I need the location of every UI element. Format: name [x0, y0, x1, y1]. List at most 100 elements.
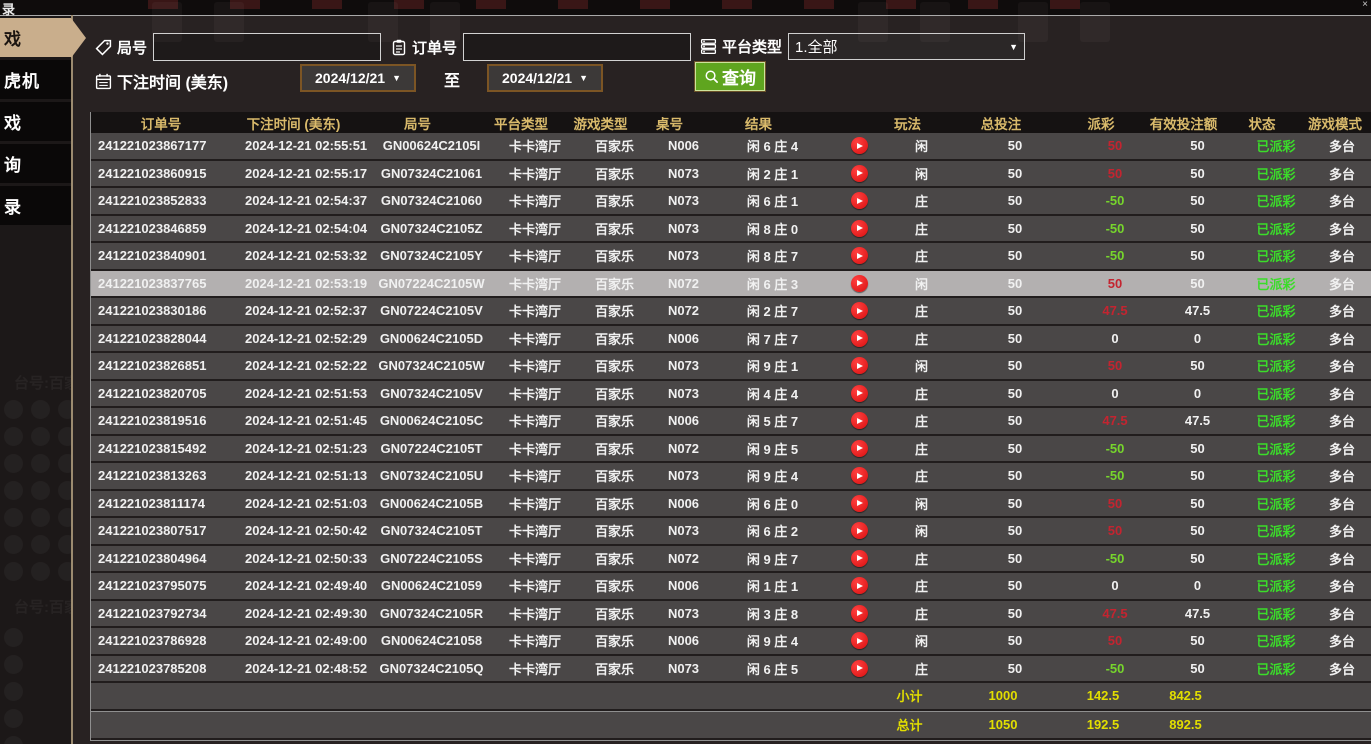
play-video-button[interactable] [851, 165, 868, 182]
table-row[interactable]: 2412210238154922024-12-21 02:51:23GN0722… [91, 436, 1371, 464]
top-window-edge: 录 × [0, 0, 1371, 16]
cell-status: 已派彩 [1240, 216, 1312, 242]
round-number-input[interactable] [153, 33, 381, 61]
table-row[interactable]: 2412210238409012024-12-21 02:53:32GN0732… [91, 243, 1371, 271]
table-row[interactable]: 2412210238528332024-12-21 02:54:37GN0732… [91, 188, 1371, 216]
play-video-button[interactable] [851, 137, 868, 154]
cell-valid-bet: 50 [1155, 628, 1240, 654]
play-video-button[interactable] [851, 357, 868, 374]
cell-result: 闲 2 庄 7 [715, 298, 830, 324]
table-row[interactable]: 2412210238132632024-12-21 02:51:13GN0732… [91, 463, 1371, 491]
cell-video [830, 601, 888, 627]
play-video-button[interactable] [851, 247, 868, 264]
play-video-button[interactable] [851, 440, 868, 457]
table-row[interactable]: 2412210237927342024-12-21 02:49:30GN0732… [91, 601, 1371, 629]
cell-platform: 卡卡湾厅 [493, 133, 577, 159]
platform-type-select[interactable]: 1.全部 ▼ [788, 33, 1025, 60]
order-number-input[interactable] [463, 33, 691, 61]
background-red-fragment [640, 0, 670, 9]
cell-video [830, 326, 888, 352]
table-row[interactable]: 2412210238671772024-12-21 02:55:51GN0062… [91, 133, 1371, 161]
cell-total-bet: 50 [955, 298, 1075, 324]
play-video-button[interactable] [851, 632, 868, 649]
cell-order: 241221023804964 [91, 546, 238, 572]
date-to-select[interactable]: 2024/12/21 ▼ [487, 64, 603, 92]
table-row[interactable]: 2412210238280442024-12-21 02:52:29GN0062… [91, 326, 1371, 354]
play-video-button[interactable] [851, 660, 868, 677]
cell-valid-bet: 50 [1155, 161, 1240, 187]
table-row[interactable]: 2412210238111742024-12-21 02:51:03GN0062… [91, 491, 1371, 519]
cell-total-bet: 50 [955, 518, 1075, 544]
sidebar-item-label: 录 [4, 193, 22, 218]
cell-payout: -50 [1075, 216, 1155, 242]
subtotal-payout: 142.5 [1063, 683, 1143, 709]
cell-platform: 卡卡湾厅 [493, 381, 577, 407]
cell-video [830, 381, 888, 407]
play-video-button[interactable] [851, 330, 868, 347]
close-icon[interactable]: × [1362, 0, 1368, 10]
header-table: 桌号 [638, 112, 701, 133]
date-from-select[interactable]: 2024/12/21 ▼ [300, 64, 416, 92]
cell-round: GN07324C2105Q [370, 656, 493, 682]
table-row[interactable]: 2412210237950752024-12-21 02:49:40GN0062… [91, 573, 1371, 601]
play-video-button[interactable] [851, 412, 868, 429]
table-row[interactable]: 2412210238377652024-12-21 02:53:19GN0722… [91, 271, 1371, 299]
sidebar-item-live-game[interactable]: 戏 [0, 18, 71, 57]
table-row[interactable]: 2412210238207052024-12-21 02:51:53GN0732… [91, 381, 1371, 409]
cell-table: N006 [652, 326, 715, 352]
table-row[interactable]: 2412210238075172024-12-21 02:50:42GN0732… [91, 518, 1371, 546]
background-red-fragment [312, 0, 342, 9]
cell-order: 241221023786928 [91, 628, 238, 654]
cell-table: N073 [652, 188, 715, 214]
sidebar-item-label: 虎机 [4, 67, 40, 92]
play-icon [857, 335, 863, 341]
sidebar-item-records[interactable]: 录 [0, 186, 71, 225]
play-video-button[interactable] [851, 275, 868, 292]
cell-mode: 多台 [1312, 518, 1371, 544]
table-row[interactable]: 2412210238468592024-12-21 02:54:04GN0732… [91, 216, 1371, 244]
sidebar-item-query[interactable]: 询 [0, 144, 71, 183]
cell-platform: 卡卡湾厅 [493, 656, 577, 682]
platform-type-value: 1.全部 [795, 36, 838, 57]
cell-order: 241221023792734 [91, 601, 238, 627]
table-row[interactable]: 2412210238049642024-12-21 02:50:33GN0722… [91, 546, 1371, 574]
play-video-button[interactable] [851, 192, 868, 209]
play-video-button[interactable] [851, 550, 868, 567]
table-row[interactable]: 2412210237869282024-12-21 02:49:00GN0062… [91, 628, 1371, 656]
play-video-button[interactable] [851, 302, 868, 319]
cell-round: GN00624C2105C [370, 408, 493, 434]
play-icon [857, 555, 863, 561]
cell-status: 已派彩 [1240, 161, 1312, 187]
grand-total-row: 总计 1050 192.5 892.5 [91, 711, 1371, 740]
cell-platform: 卡卡湾厅 [493, 408, 577, 434]
cell-time: 2024-12-21 02:48:52 [238, 656, 370, 682]
table-row[interactable]: 2412210238609152024-12-21 02:55:17GN0732… [91, 161, 1371, 189]
play-video-button[interactable] [851, 605, 868, 622]
table-row[interactable]: 2412210238268512024-12-21 02:52:22GN0732… [91, 353, 1371, 381]
cell-time: 2024-12-21 02:51:23 [238, 436, 370, 462]
play-video-button[interactable] [851, 495, 868, 512]
sidebar-item-games[interactable]: 戏 [0, 102, 71, 141]
cell-total-bet: 50 [955, 381, 1075, 407]
table-row[interactable]: 2412210237852082024-12-21 02:48:52GN0732… [91, 656, 1371, 684]
header-payout: 派彩 [1061, 112, 1141, 133]
play-video-button[interactable] [851, 220, 868, 237]
grand-total-total-bet: 1050 [943, 712, 1063, 738]
background-card [214, 2, 244, 42]
cell-payout: 0 [1075, 573, 1155, 599]
sidebar-item-slots[interactable]: 虎机 [0, 60, 71, 99]
cell-status: 已派彩 [1240, 546, 1312, 572]
search-button[interactable]: 查询 [695, 62, 765, 91]
cell-bet-on: 闲 [888, 161, 955, 187]
tag-icon [95, 39, 112, 56]
cell-video [830, 546, 888, 572]
play-video-button[interactable] [851, 522, 868, 539]
cell-valid-bet: 0 [1155, 326, 1240, 352]
table-row[interactable]: 2412210238195162024-12-21 02:51:45GN0062… [91, 408, 1371, 436]
cell-bet-on: 闲 [888, 491, 955, 517]
table-row[interactable]: 2412210238301862024-12-21 02:52:37GN0722… [91, 298, 1371, 326]
play-video-button[interactable] [851, 385, 868, 402]
play-video-button[interactable] [851, 577, 868, 594]
bet-time-filter: 下注时间 (美东) [95, 69, 228, 93]
play-video-button[interactable] [851, 467, 868, 484]
